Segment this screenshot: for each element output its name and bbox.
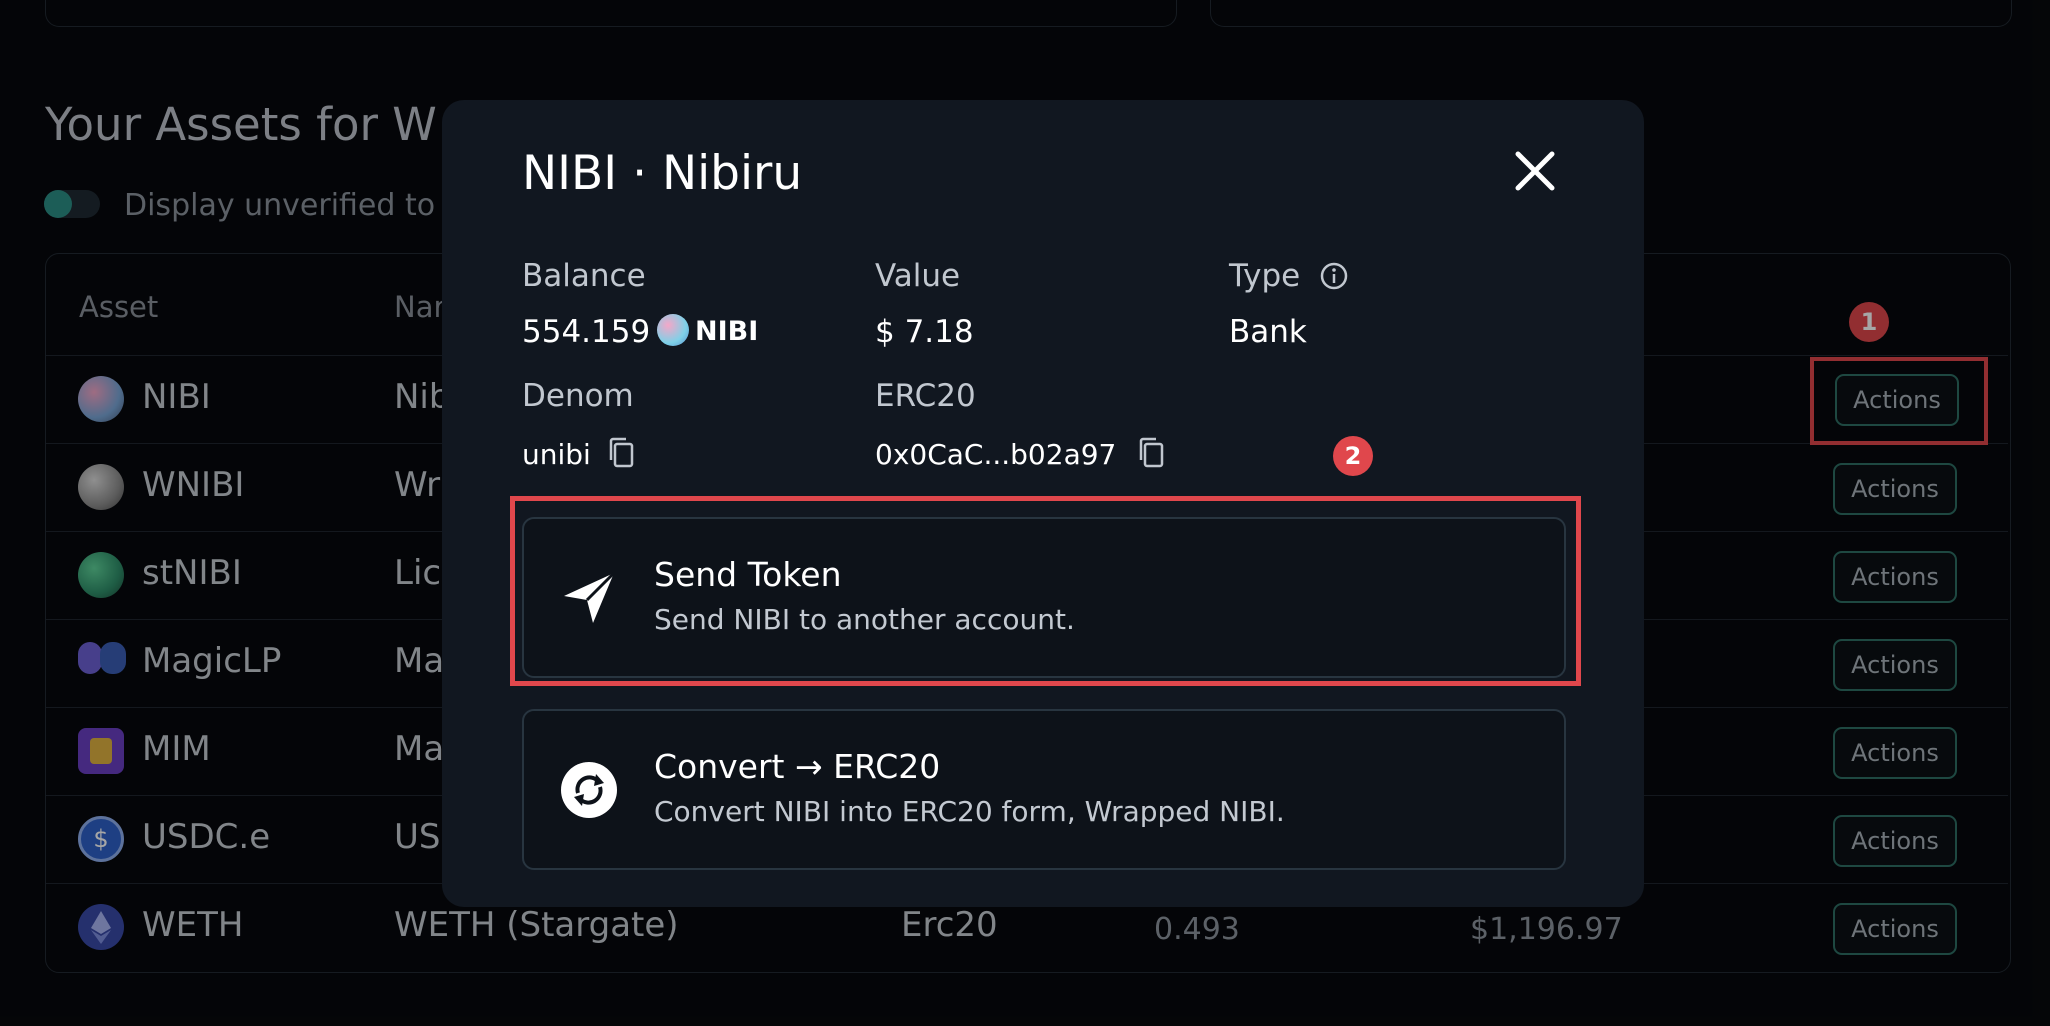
erc20-label: ERC20 <box>875 378 976 414</box>
action-description: Convert NIBI into ERC20 form, Wrapped NI… <box>654 795 1285 828</box>
info-icon[interactable] <box>1319 261 1349 291</box>
copy-icon[interactable] <box>1136 436 1166 470</box>
balance-value: 554.159 <box>522 314 651 350</box>
highlight-send-token <box>510 496 1581 686</box>
type-value: Bank <box>1229 314 1307 350</box>
action-title: Convert → ERC20 <box>654 747 941 786</box>
convert-icon <box>561 762 617 818</box>
type-label: Type <box>1229 258 1301 294</box>
balance-token: NIBI <box>695 316 759 347</box>
convert-erc20-action[interactable]: Convert → ERC20 Convert NIBI into ERC20 … <box>522 709 1566 870</box>
close-icon[interactable] <box>1510 146 1560 196</box>
value-amount: $ 7.18 <box>875 314 974 350</box>
nibi-token-icon <box>657 314 689 346</box>
denom-label: Denom <box>522 378 634 414</box>
copy-icon[interactable] <box>606 436 636 470</box>
annotation-badge-2: 2 <box>1333 436 1373 476</box>
modal-title: NIBI · Nibiru <box>522 146 803 201</box>
denom-value: unibi <box>522 438 591 471</box>
balance-label: Balance <box>522 258 646 294</box>
value-label: Value <box>875 258 961 294</box>
erc20-address: 0x0CaC...b02a97 <box>875 438 1117 471</box>
assets-page: Your Assets for W Display unverified to … <box>0 0 2050 1026</box>
